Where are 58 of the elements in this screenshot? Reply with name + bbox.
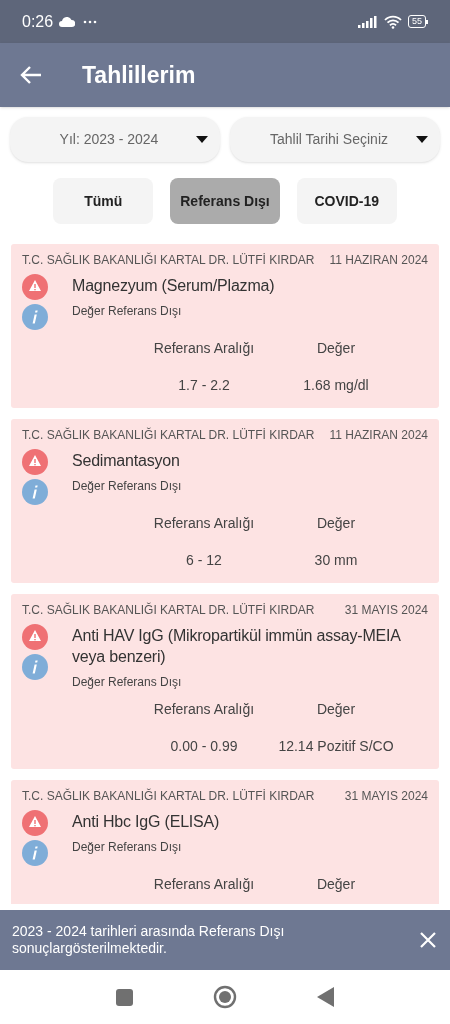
result-card[interactable]: T.C. SAĞLIK BAKANLIĞI KARTAL DR. LÜTFİ KIRDAR 11 HAZIRAN 2024 Magnezyum (Serum/Plazma) Değer Referans Dışı Referans Aralığı Değer 1.7 - 2.2 1.68 mg/dl	[11, 244, 439, 408]
column-label: Referans Aralığı	[152, 339, 256, 358]
result-card[interactable]: T.C. SAĞLIK BAKANLIĞI KARTAL DR. LÜTFİ KIRDAR 11 HAZIRAN 2024 Sedimantasyon Değer Referans Dışı Referans Aralığı Değer 6 - 12 30 mm	[11, 419, 439, 583]
column-label: Referans Aralığı	[152, 514, 256, 533]
dropdown-field[interactable]: Yıl: 2023 - 2024	[10, 117, 220, 162]
test-name: Anti Hbc IgG (ELISA)	[72, 812, 221, 832]
result-value: 1.68 mg/dl	[302, 376, 370, 395]
warning-icon	[22, 274, 48, 300]
test-name: Magnezyum (Serum/Plazma)	[72, 276, 276, 296]
column-label: Referans Aralığı	[152, 700, 256, 719]
home-icon[interactable]	[213, 985, 237, 1009]
reference-range: 0.00 - 0.99	[169, 737, 239, 756]
filter-tab[interactable]: COVID-19	[296, 178, 397, 224]
result-card[interactable]: T.C. SAĞLIK BAKANLIĞI KARTAL DR. LÜTFİ KIRDAR 31 MAYIS 2024 Anti Hbc IgG (ELISA) Değer Referans Dışı Referans Aralığı Değer	[11, 780, 439, 904]
status-text: Değer Referans Dışı	[72, 839, 183, 856]
test-name: Sedimantasyon	[72, 451, 181, 471]
hospital-name: T.C. SAĞLIK BAKANLIĞI KARTAL DR. LÜTFİ KIRDAR	[22, 251, 315, 269]
signal-icon	[358, 15, 378, 28]
status-text: Değer Referans Dışı	[72, 303, 183, 320]
cloud-icon	[59, 16, 76, 27]
filter-tab[interactable]: Referans Dışı	[170, 178, 280, 224]
column-label: Referans Aralığı	[152, 875, 256, 894]
warning-icon	[22, 449, 48, 475]
result-date: 11 HAZIRAN 2024	[329, 427, 428, 444]
filter-tab[interactable]: Tümü	[53, 178, 154, 224]
battery-icon: 55	[408, 15, 428, 28]
close-icon[interactable]	[420, 932, 436, 948]
recents-icon[interactable]	[116, 988, 133, 1006]
caret-icon	[416, 136, 428, 143]
snackbar-message: 2023 - 2024 tarihleri arasında Referans Dışı sonuçlargösterilmektedir.	[12, 923, 286, 957]
screen-title: Tahlillerim	[82, 60, 196, 90]
result-value: 30 mm	[313, 551, 359, 570]
test-name: Anti HAV IgG (Mikropartikül immün assay-MEIA veya benzeri)	[72, 626, 402, 667]
warning-icon	[22, 810, 48, 836]
status-text: Değer Referans Dışı	[72, 478, 183, 495]
column-label: Değer	[315, 875, 357, 894]
dropdown-field[interactable]: Tahlil Tarihi Seçiniz	[230, 117, 440, 162]
column-label: Değer	[315, 514, 357, 533]
hospital-name: T.C. SAĞLIK BAKANLIĞI KARTAL DR. LÜTFİ KIRDAR	[22, 426, 315, 444]
result-value: 12.14 Pozitif S/CO	[277, 737, 395, 756]
back-icon[interactable]	[317, 987, 334, 1007]
result-date: 31 MAYIS 2024	[344, 788, 428, 805]
column-label: Değer	[315, 339, 357, 358]
reference-range: 6 - 12	[185, 551, 223, 570]
warning-icon	[22, 624, 48, 650]
status-time: 0:26	[22, 11, 54, 32]
reference-range: 1.7 - 2.2	[177, 376, 231, 395]
result-card[interactable]: T.C. SAĞLIK BAKANLIĞI KARTAL DR. LÜTFİ KIRDAR 31 MAYIS 2024 Anti HAV IgG (Mikropartikül immün assay-MEIA veya benzeri) Değer Referans Dışı Referans Aralığı Değer 0.00 - 0.99 12.14 Pozitif S/CO	[11, 594, 439, 769]
result-date: 11 HAZIRAN 2024	[329, 252, 428, 269]
more-icon	[83, 19, 98, 24]
caret-icon	[196, 136, 208, 143]
hospital-name: T.C. SAĞLIK BAKANLIĞI KARTAL DR. LÜTFİ KIRDAR	[22, 601, 315, 619]
result-date: 31 MAYIS 2024	[344, 602, 428, 619]
status-text: Değer Referans Dışı	[72, 674, 183, 691]
hospital-name: T.C. SAĞLIK BAKANLIĞI KARTAL DR. LÜTFİ KIRDAR	[22, 787, 315, 805]
wifi-icon	[384, 14, 402, 29]
column-label: Değer	[315, 700, 357, 719]
back-arrow-icon[interactable]	[20, 65, 42, 85]
